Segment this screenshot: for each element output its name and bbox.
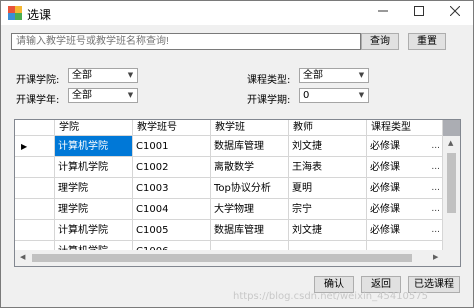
maximize-button[interactable] [401,1,437,25]
table-cell-value: 必修课 [370,225,400,236]
term-label: 开课学期: [247,95,291,106]
vertical-scroll-thumb[interactable] [447,153,456,213]
college-select[interactable]: 全部 ▼ [68,68,138,83]
column-header-college[interactable]: 学院 [55,120,133,136]
table-cell[interactable]: 夏明 [289,178,367,199]
course-type-select-value: 全部 [303,70,323,81]
table-cell[interactable]: C1001 [133,136,211,157]
table-cell[interactable]: C1005 [133,220,211,241]
window-title: 选课 [27,8,52,22]
year-select-value: 全部 [72,90,92,101]
scroll-left-icon[interactable]: ◀ [20,253,25,261]
search-button[interactable]: 查询 [361,33,399,50]
term-select[interactable]: 0 ▼ [299,88,369,103]
more-icon: ... [431,162,440,172]
table-cell[interactable]: Top协议分析 [211,178,289,199]
table-cell[interactable]: 宗宁 [289,199,367,220]
current-row-icon: ▶ [21,142,28,151]
table-cell[interactable]: 理学院 [55,178,133,199]
close-icon [449,5,461,17]
scroll-up-icon[interactable]: ▲ [448,139,453,147]
table-cell[interactable]: 计算机学院 [55,220,133,241]
table-cell[interactable]: 理学院 [55,199,133,220]
year-select[interactable]: 全部 ▼ [68,88,138,103]
table-cell[interactable]: 王海表 [289,157,367,178]
more-icon: ... [431,183,440,193]
vertical-scrollbar[interactable]: ▲ [443,136,460,250]
row-header[interactable] [15,220,55,241]
reset-button[interactable]: 重置 [408,33,446,50]
table-cell[interactable]: 必修课... [367,199,443,220]
course-type-label: 课程类型: [247,75,291,86]
chevron-down-icon: ▼ [358,91,365,99]
close-button[interactable] [437,1,473,25]
chevron-down-icon: ▼ [127,91,134,99]
title-bar: 选课 [1,1,473,25]
table-cell[interactable]: C1003 [133,178,211,199]
more-icon: ... [431,141,440,151]
more-icon: ... [431,204,440,214]
table-cell[interactable]: 数据库管理 [211,220,289,241]
scroll-right-icon[interactable]: ▶ [433,253,438,261]
row-header[interactable] [15,157,55,178]
minimize-icon [378,10,388,12]
table-cell-value: 必修课 [370,204,400,215]
chevron-down-icon: ▼ [127,71,134,79]
table-cell[interactable]: 必修课... [367,136,443,157]
table-cell[interactable]: C1002 [133,157,211,178]
maximize-icon [414,6,424,16]
course-grid[interactable]: 学院 教学班号 教学班 教师 课程类型 ▶ 计算机学院 C1001 数据库管理 … [14,119,461,267]
table-cell[interactable]: 计算机学院 [55,157,133,178]
table-cell[interactable]: C1004 [133,199,211,220]
college-select-value: 全部 [72,70,92,81]
column-header-course-type[interactable]: 课程类型 [367,120,443,136]
minimize-button[interactable] [365,1,401,25]
table-cell[interactable]: 刘文捷 [289,136,367,157]
table-cell[interactable]: 必修课... [367,157,443,178]
app-icon [8,6,22,20]
table-cell-value: 必修课 [370,183,400,194]
column-header-teacher[interactable]: 教师 [289,120,367,136]
course-type-select[interactable]: 全部 ▼ [299,68,369,83]
table-cell[interactable]: 数据库管理 [211,136,289,157]
horizontal-scrollbar[interactable]: ◀ ▶ [15,250,460,266]
chevron-down-icon: ▼ [358,71,365,79]
table-cell[interactable]: 必修课... [367,178,443,199]
college-label: 开课学院: [16,75,60,86]
search-input[interactable] [11,33,361,50]
table-cell-value: 必修课 [370,162,400,173]
table-cell-value: 必修课 [370,141,400,152]
column-header-class[interactable]: 教学班 [211,120,289,136]
watermark: https://blog.csdn.net/weixin_45410575 [233,291,429,302]
header-corner [15,120,55,136]
table-cell[interactable]: 刘文捷 [289,220,367,241]
table-cell[interactable]: 计算机学院 [55,136,133,157]
table-cell[interactable]: 大学物理 [211,199,289,220]
more-icon: ... [431,225,440,235]
horizontal-scroll-thumb[interactable] [32,254,412,262]
year-label: 开课学年: [16,95,60,106]
column-header-class-no[interactable]: 教学班号 [133,120,211,136]
row-header[interactable]: ▶ [15,136,55,157]
row-header[interactable] [15,178,55,199]
course-selection-window: 选课 查询 重置 开课学院: 全部 ▼ 开课学年: 全部 ▼ 课程类型: 全部 … [0,0,474,308]
row-header[interactable] [15,199,55,220]
table-cell[interactable]: 必修课... [367,220,443,241]
term-select-value: 0 [303,90,310,101]
table-cell[interactable]: 离散数学 [211,157,289,178]
